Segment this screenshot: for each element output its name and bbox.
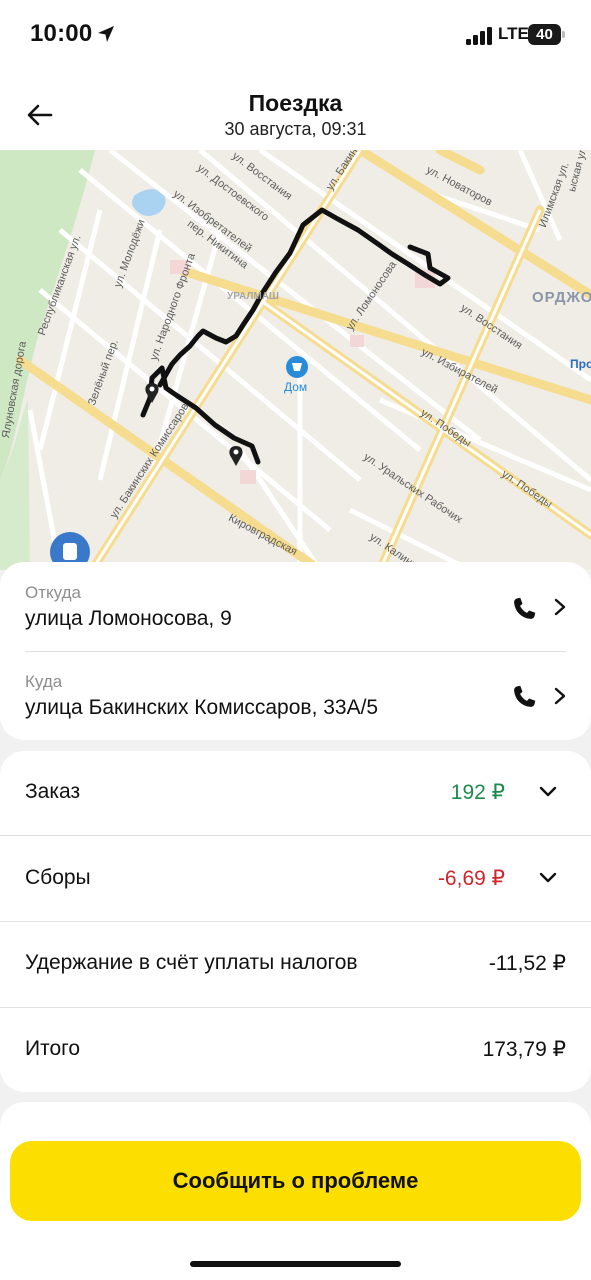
fees-row[interactable]: Сборы -6,69 ₽ xyxy=(0,837,591,922)
status-time: 10:00 xyxy=(30,20,93,47)
map-canvas xyxy=(0,150,591,570)
home-indicator xyxy=(190,1261,401,1267)
page-subtitle: 30 августа, 09:31 xyxy=(224,119,367,139)
report-problem-button[interactable]: Сообщить о проблеме xyxy=(10,1141,581,1221)
route-card: Откуда улица Ломоносова, 9 Куда улица Ба… xyxy=(0,562,591,740)
price-label: Удержание в счёт уплаты налогов xyxy=(25,951,358,974)
phone-icon[interactable] xyxy=(509,594,539,624)
map-district-label: Про xyxy=(570,357,591,371)
to-row[interactable]: Куда улица Бакинских Комиссаров, 33А/5 xyxy=(0,651,591,740)
order-row[interactable]: Заказ 192 ₽ xyxy=(0,751,591,836)
price-card: Заказ 192 ₽ Сборы -6,69 ₽ Удержание в сч… xyxy=(0,751,591,1092)
price-label: Сборы xyxy=(25,866,91,889)
price-label: Итого xyxy=(25,1037,81,1060)
fees-value: -6,69 ₽ xyxy=(437,867,505,890)
route-map[interactable]: ул. Восстания ул. Достоевского ул. Изобр… xyxy=(0,150,591,570)
from-row[interactable]: Откуда улица Ломоносова, 9 xyxy=(0,562,591,651)
to-label: Куда xyxy=(25,672,63,691)
header: Поездка 30 августа, 09:31 xyxy=(0,70,591,150)
page-title: Поездка xyxy=(248,90,343,116)
battery-cap xyxy=(562,31,565,38)
order-value: 192 ₽ xyxy=(450,781,505,804)
location-arrow-icon xyxy=(98,26,114,42)
price-label: Заказ xyxy=(25,780,81,803)
battery-icon: 40 xyxy=(528,24,561,45)
network-type: LTE xyxy=(498,24,529,43)
map-poi-label: Дом xyxy=(284,380,308,394)
chevron-right-icon xyxy=(554,598,566,616)
to-address: улица Бакинских Комиссаров, 33А/5 xyxy=(25,696,379,719)
divider xyxy=(0,835,591,836)
phone-icon[interactable] xyxy=(509,682,539,712)
from-label: Откуда xyxy=(25,583,81,602)
total-row: Итого 173,79 ₽ xyxy=(0,1008,591,1093)
tax-value: -11,52 ₽ xyxy=(488,952,566,975)
chevron-right-icon xyxy=(554,687,566,705)
chevron-down-icon[interactable] xyxy=(538,871,558,885)
signal-icon xyxy=(466,27,492,45)
total-value: 173,79 ₽ xyxy=(482,1038,566,1061)
tax-row: Удержание в счёт уплаты налогов -11,52 ₽ xyxy=(0,922,591,1007)
status-bar: 10:00 LTE 40 xyxy=(0,0,591,70)
battery-level: 40 xyxy=(536,26,553,43)
from-address: улица Ломоносова, 9 xyxy=(25,607,232,630)
map-district-label: ОРДЖО xyxy=(532,289,591,306)
map-district-label: УРАЛМАШ xyxy=(227,291,279,302)
chevron-down-icon[interactable] xyxy=(538,785,558,799)
